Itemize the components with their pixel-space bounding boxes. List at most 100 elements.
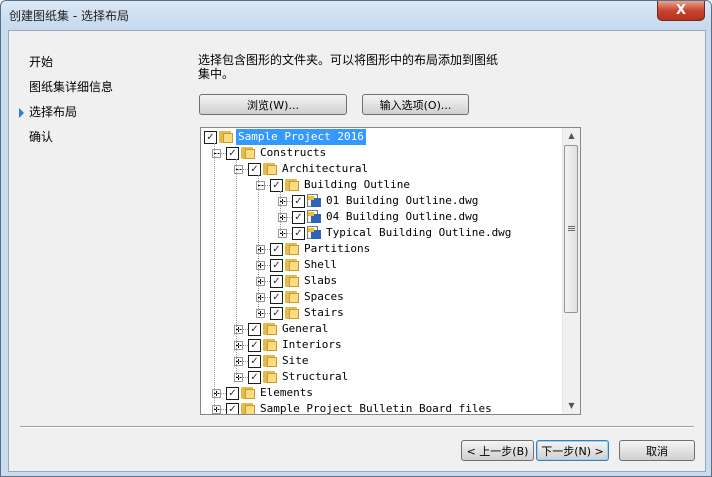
step-choose-layouts: 选择布局 <box>29 105 78 119</box>
tree-item-label[interactable]: Elements <box>258 385 315 401</box>
tree-connector <box>260 281 270 282</box>
tree-connector <box>260 265 270 266</box>
tree-item-label[interactable]: 04 Building Outline.dwg <box>324 209 480 225</box>
tree-rows: ✓ Sample Project 2016 ✓ Constructs ✓ Architec… <box>201 128 562 414</box>
tree-connector <box>258 175 259 313</box>
checkbox[interactable]: ✓ <box>248 371 261 384</box>
tree-item-label[interactable]: Shell <box>302 257 339 273</box>
tree-row[interactable]: ✓ Constructs <box>201 145 562 161</box>
tree-connector <box>238 377 248 378</box>
folder-icon <box>219 131 233 143</box>
tree-connector <box>282 217 292 218</box>
folder-icon <box>285 243 299 255</box>
tree-row[interactable]: ✓ Elements <box>201 385 562 401</box>
checkbox[interactable]: ✓ <box>248 323 261 336</box>
checkbox[interactable]: ✓ <box>292 227 305 240</box>
tree-connector <box>216 409 226 410</box>
tree-row[interactable]: ✓ 04 Building Outline.dwg <box>201 209 562 225</box>
tree-row[interactable]: ✓ 01 Building Outline.dwg <box>201 193 562 209</box>
checkbox[interactable]: ✓ <box>270 179 283 192</box>
tree-item-label[interactable]: Structural <box>280 369 350 385</box>
checkbox[interactable]: ✓ <box>248 339 261 352</box>
thumb-grip <box>568 230 575 231</box>
footer-separator <box>20 426 694 428</box>
vertical-scrollbar[interactable]: ▲ ▼ <box>562 128 580 414</box>
folder-icon <box>285 179 299 191</box>
tree-item-label[interactable]: Spaces <box>302 289 346 305</box>
scroll-down-icon[interactable]: ▼ <box>563 398 580 414</box>
checkbox[interactable]: ✓ <box>292 195 305 208</box>
step-start: 开始 <box>29 55 54 69</box>
tree-row[interactable]: ✓ Stairs <box>201 305 562 321</box>
tree-item-label[interactable]: Architectural <box>280 161 370 177</box>
tree-item-label[interactable]: Building Outline <box>302 177 412 193</box>
tree-row[interactable]: ✓ Spaces <box>201 289 562 305</box>
checkbox[interactable]: ✓ <box>226 403 239 414</box>
tree-connector <box>216 153 226 154</box>
tree-row[interactable]: ✓ Structural <box>201 369 562 385</box>
tree-row[interactable]: ✓ Sample Project 2016 <box>201 129 562 145</box>
tree-item-label[interactable]: Typical Building Outline.dwg <box>324 225 513 241</box>
folder-icon <box>263 371 277 383</box>
back-button[interactable]: < 上一步(B) <box>461 440 534 461</box>
checkbox[interactable]: ✓ <box>270 243 283 256</box>
checkbox[interactable]: ✓ <box>226 387 239 400</box>
tree-row[interactable]: ✓ Sample Project Bulletin Board_files <box>201 401 562 414</box>
tree-connector <box>260 297 270 298</box>
thumb-grip <box>568 226 575 227</box>
tree-row[interactable]: ✓ Interiors <box>201 337 562 353</box>
instruction-text: 选择包含图形的文件夹。可以将图形中的布局添加到图纸集中。 <box>198 53 499 81</box>
window-title: 创建图纸集 - 选择布局 <box>9 9 129 23</box>
tree-item-label[interactable]: Partitions <box>302 241 372 257</box>
tree-row[interactable]: ✓ Slabs <box>201 273 562 289</box>
tree-item-label[interactable]: Site <box>280 353 311 369</box>
folder-icon <box>241 387 255 399</box>
dialog-window: 创建图纸集 - 选择布局 X 开始 图纸集详细信息 选择布局 确认 选择包含图形… <box>0 0 712 477</box>
title-bar[interactable]: 创建图纸集 - 选择布局 X <box>1 1 711 29</box>
dwg-file-icon <box>307 226 321 240</box>
folder-icon <box>263 163 277 175</box>
checkbox[interactable]: ✓ <box>270 275 283 288</box>
checkbox[interactable]: ✓ <box>292 211 305 224</box>
folder-icon <box>285 307 299 319</box>
checkbox[interactable]: ✓ <box>270 259 283 272</box>
next-button[interactable]: 下一步(N) > <box>536 440 609 461</box>
browse-button[interactable]: 浏览(W)... <box>199 94 347 115</box>
tree-connector <box>260 313 270 314</box>
checkbox[interactable]: ✓ <box>270 307 283 320</box>
close-button[interactable]: X <box>657 1 705 21</box>
tree-item-label[interactable]: Constructs <box>258 145 328 161</box>
tree-item-label[interactable]: Sample Project Bulletin Board_files <box>258 401 494 414</box>
tree-row[interactable]: ✓ Building Outline <box>201 177 562 193</box>
tree-item-label[interactable]: General <box>280 321 330 337</box>
tree-item-label[interactable]: Stairs <box>302 305 346 321</box>
cancel-button[interactable]: 取消 <box>619 440 695 461</box>
folder-icon <box>285 291 299 303</box>
tree-row[interactable]: ✓ Partitions <box>201 241 562 257</box>
tree-row[interactable]: ✓ Architectural <box>201 161 562 177</box>
scroll-up-icon[interactable]: ▲ <box>563 128 580 144</box>
tree-connector <box>214 143 215 409</box>
checkbox[interactable]: ✓ <box>248 163 261 176</box>
folder-icon <box>285 259 299 271</box>
tree-row[interactable]: ✓ General <box>201 321 562 337</box>
tree-row[interactable]: ✓ Typical Building Outline.dwg <box>201 225 562 241</box>
checkbox[interactable]: ✓ <box>248 355 261 368</box>
tree-item-label[interactable]: 01 Building Outline.dwg <box>324 193 480 209</box>
tree-row[interactable]: ✓ Shell <box>201 257 562 273</box>
current-step-arrow-icon <box>19 108 24 118</box>
tree-connector <box>260 185 270 186</box>
tree-item-label[interactable]: Slabs <box>302 273 339 289</box>
tree-row[interactable]: ✓ Site <box>201 353 562 369</box>
step-confirm: 确认 <box>29 130 54 144</box>
folder-icon <box>263 323 277 335</box>
folder-tree[interactable]: ✓ Sample Project 2016 ✓ Constructs ✓ Architec… <box>200 127 581 415</box>
checkbox[interactable]: ✓ <box>270 291 283 304</box>
scroll-thumb[interactable] <box>564 145 578 313</box>
checkbox[interactable]: ✓ <box>204 131 217 144</box>
dwg-file-icon <box>307 210 321 224</box>
import-options-button[interactable]: 输入选项(O)... <box>362 94 469 115</box>
checkbox[interactable]: ✓ <box>226 147 239 160</box>
tree-item-label[interactable]: Interiors <box>280 337 344 353</box>
tree-item-label[interactable]: Sample Project 2016 <box>236 129 366 145</box>
